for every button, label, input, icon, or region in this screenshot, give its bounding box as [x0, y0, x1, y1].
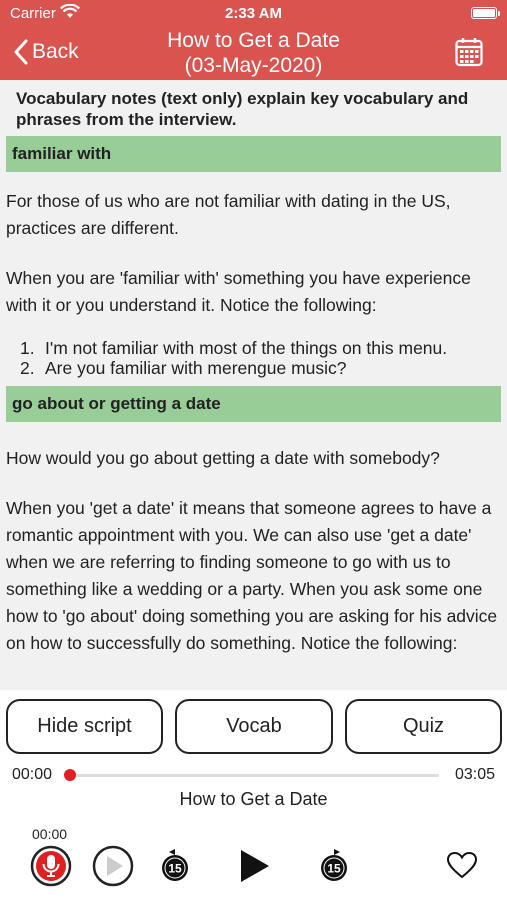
favorite-button[interactable] [446, 851, 478, 884]
example-list: 1. I'm not familiar with most of the thi… [0, 338, 507, 378]
intro-text: Vocabulary notes (text only) explain key… [16, 89, 469, 129]
page-title: How to Get a Date (03-May-2020) [120, 28, 387, 78]
list-item-text: Are you familiar with merengue music? [45, 358, 347, 378]
skip-back-15-icon: 15 [162, 849, 188, 881]
nav-header: Carrier 2:33 AM Back How to Get a Date (… [0, 0, 507, 80]
track-title: How to Get a Date [179, 789, 328, 809]
play-circle-icon [92, 845, 134, 887]
section-heading: go about or getting a date [6, 386, 501, 422]
list-item-number: 1. [20, 338, 35, 358]
list-item-number: 2. [20, 358, 35, 378]
paragraph: When you are 'familiar with' something y… [6, 268, 471, 315]
back-button[interactable]: Back [14, 36, 79, 68]
list-item: 2. Are you familiar with merengue music? [20, 358, 501, 378]
play-icon [241, 850, 269, 882]
paragraph: For those of us who are not familiar wit… [6, 191, 451, 238]
paragraph: How would you go about getting a date wi… [6, 448, 440, 468]
page-title-line1: How to Get a Date [167, 29, 340, 52]
section-heading: familiar with [6, 136, 501, 172]
play-button[interactable] [238, 848, 272, 889]
battery-icon [471, 7, 500, 19]
heart-icon [446, 851, 478, 879]
progress-knob[interactable] [64, 769, 76, 781]
current-time: 00:00 [12, 766, 53, 783]
paragraph: When you 'get a date' it means that some… [6, 498, 498, 653]
skip-forward-button[interactable]: 15 [318, 849, 350, 888]
duration: 03:05 [454, 766, 495, 783]
progress-track[interactable] [70, 774, 439, 777]
skip-forward-15-icon: 15 [321, 849, 347, 881]
list-item-text: I'm not familiar with most of the things… [45, 338, 448, 358]
status-time: 2:33 AM [225, 5, 282, 22]
play-recording-button[interactable] [92, 845, 134, 892]
hide-script-button[interactable]: Hide script [6, 699, 163, 754]
page-title-line2: (03-May-2020) [184, 54, 323, 77]
record-time: 00:00 [32, 826, 68, 842]
vocab-content[interactable]: Vocabulary notes (text only) explain key… [0, 80, 507, 690]
vocab-button[interactable]: Vocab [175, 699, 333, 754]
list-item: 1. I'm not familiar with most of the thi… [20, 338, 501, 358]
calendar-icon[interactable] [455, 37, 483, 72]
status-bar: Carrier 2:33 AM [0, 0, 507, 26]
skip-forward-seconds: 15 [327, 862, 341, 876]
skip-back-seconds: 15 [168, 862, 182, 876]
skip-back-button[interactable]: 15 [159, 849, 191, 888]
quiz-button[interactable]: Quiz [345, 699, 502, 754]
mode-buttons: Hide script Vocab Quiz [6, 699, 502, 755]
microphone-icon [30, 845, 72, 887]
chevron-left-icon [14, 39, 28, 65]
record-button[interactable] [30, 845, 72, 892]
back-label: Back [32, 40, 79, 63]
